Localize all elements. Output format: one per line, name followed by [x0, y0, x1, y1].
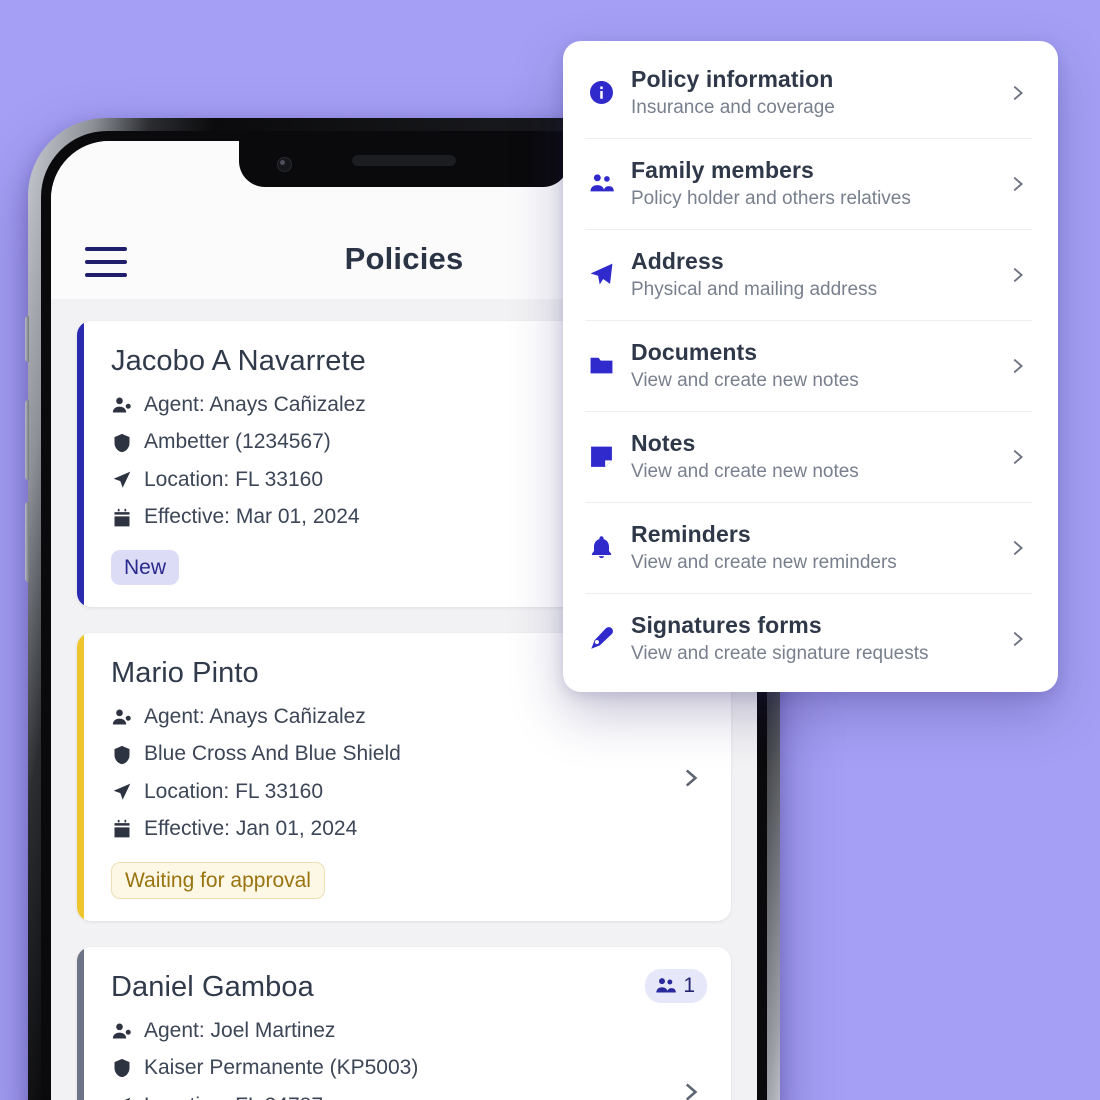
menu-item-subtitle: Policy holder and others relatives [631, 188, 911, 209]
phone-mute-button[interactable] [25, 316, 29, 362]
menu-item-title: Documents [631, 339, 758, 365]
policy-carrier-text: Ambetter (1234567) [144, 430, 331, 454]
chevron-right-icon[interactable] [677, 1079, 703, 1100]
policy-agent-text: Agent: Joel Martinez [144, 1018, 336, 1042]
policy-location-text: Location: FL 33160 [144, 779, 324, 803]
menu-item-family-members[interactable]: Family members Policy holder and others … [563, 138, 1058, 229]
policy-holder-name: Daniel Gamboa [111, 970, 314, 1003]
navigation-arrow-icon [111, 1095, 133, 1100]
menu-item-text: Documents View and create new notes [631, 339, 1006, 392]
chevron-right-icon[interactable] [677, 765, 703, 791]
family-members-count: 1 [683, 973, 695, 997]
card-status-accent-bar [77, 632, 84, 921]
menu-item-title: Family members [631, 157, 814, 183]
status-badge: Waiting for approval [111, 861, 325, 899]
policy-agent-row: Agent: Anays Cañizalez [111, 702, 663, 732]
menu-item-title: Signatures forms [631, 612, 822, 638]
calendar-icon [111, 818, 133, 840]
menu-item-title: Reminders [631, 521, 751, 547]
policy-card[interactable]: 1 Daniel Gamboa Agent: Joel Martinez Kai… [77, 946, 731, 1100]
policy-card-body: Daniel Gamboa Agent: Joel Martinez Kaise… [111, 971, 663, 1100]
menu-item-address[interactable]: Address Physical and mailing address [563, 229, 1058, 320]
paper-plane-icon [585, 259, 617, 291]
policy-agent-row: Agent: Joel Martinez [111, 1016, 663, 1046]
policy-location-row: Location: FL 34787 [111, 1091, 663, 1100]
chevron-right-icon[interactable] [1006, 537, 1028, 559]
navigation-arrow-icon [111, 781, 133, 803]
policy-effective-text: Effective: Mar 01, 2024 [144, 505, 360, 529]
people-icon [585, 168, 617, 200]
menu-item-signatures-forms[interactable]: Signatures forms View and create signatu… [563, 593, 1058, 684]
menu-item-subtitle: Physical and mailing address [631, 279, 878, 300]
policy-card-chevron-area[interactable] [663, 657, 703, 899]
chevron-right-icon[interactable] [1006, 82, 1028, 104]
note-icon [585, 441, 617, 473]
agent-person-icon [111, 706, 133, 728]
menu-item-title: Notes [631, 430, 696, 456]
chevron-right-icon[interactable] [1006, 355, 1028, 377]
policy-location-row: Location: FL 33160 [111, 777, 663, 807]
card-status-accent-bar [77, 946, 84, 1100]
policy-carrier-text: Kaiser Permanente (KP5003) [144, 1056, 419, 1080]
front-camera-icon [277, 157, 292, 172]
chevron-right-icon[interactable] [1006, 173, 1028, 195]
menu-item-reminders[interactable]: Reminders View and create new reminders [563, 502, 1058, 593]
family-members-badge[interactable]: 1 [645, 968, 707, 1003]
policy-detail-menu-panel: Policy information Insurance and coverag… [563, 41, 1058, 692]
menu-item-notes[interactable]: Notes View and create new notes [563, 411, 1058, 502]
menu-item-subtitle: View and create new notes [631, 370, 859, 391]
policy-effective-text: Effective: Jan 01, 2024 [144, 817, 358, 841]
card-status-accent-bar [77, 321, 84, 607]
menu-item-text: Policy information Insurance and coverag… [631, 66, 1006, 119]
menu-item-title: Address [631, 248, 724, 274]
policy-location-text: Location: FL 34787 [144, 1091, 323, 1100]
earpiece-speaker [352, 155, 456, 166]
people-icon [656, 978, 677, 993]
pen-nib-icon [585, 623, 617, 655]
menu-item-title: Policy information [631, 66, 834, 92]
shield-icon [111, 432, 133, 454]
policy-effective-row: Effective: Jan 01, 2024 [111, 814, 663, 844]
calendar-icon [111, 507, 133, 529]
policy-carrier-row: Kaiser Permanente (KP5003) [111, 1053, 663, 1083]
hamburger-menu-icon[interactable] [85, 247, 127, 277]
agent-person-icon [111, 394, 133, 416]
status-badge: New [111, 549, 180, 585]
menu-item-documents[interactable]: Documents View and create new notes [563, 320, 1058, 411]
shield-icon [111, 1057, 133, 1079]
shield-icon [111, 744, 133, 766]
menu-item-subtitle: View and create new notes [631, 461, 859, 482]
phone-notch [239, 141, 569, 187]
menu-item-text: Signatures forms View and create signatu… [631, 612, 1006, 665]
menu-item-subtitle: View and create new reminders [631, 552, 897, 573]
policy-agent-text: Agent: Anays Cañizalez [144, 704, 366, 728]
menu-item-subtitle: Insurance and coverage [631, 97, 835, 118]
navigation-arrow-icon [111, 469, 133, 491]
policy-location-text: Location: FL 33160 [144, 467, 324, 491]
folder-icon [585, 350, 617, 382]
policy-agent-text: Agent: Anays Cañizalez [144, 393, 366, 416]
menu-item-subtitle: View and create signature requests [631, 643, 929, 664]
menu-item-text: Notes View and create new notes [631, 430, 1006, 483]
chevron-right-icon[interactable] [1006, 264, 1028, 286]
chevron-right-icon[interactable] [1006, 446, 1028, 468]
phone-volume-down-button[interactable] [25, 502, 29, 582]
agent-person-icon [111, 1020, 133, 1042]
phone-volume-up-button[interactable] [25, 400, 29, 480]
menu-item-text: Family members Policy holder and others … [631, 157, 1006, 210]
policy-card-body: Mario Pinto Agent: Anays Cañizalez Blue … [111, 657, 663, 899]
policy-carrier-text: Blue Cross And Blue Shield [144, 742, 401, 766]
chevron-right-icon[interactable] [1006, 628, 1028, 650]
bell-icon [585, 532, 617, 564]
info-circle-icon [585, 77, 617, 109]
policy-carrier-row: Blue Cross And Blue Shield [111, 739, 663, 769]
menu-item-text: Address Physical and mailing address [631, 248, 1006, 301]
menu-item-text: Reminders View and create new reminders [631, 521, 1006, 574]
menu-item-policy-information[interactable]: Policy information Insurance and coverag… [563, 47, 1058, 138]
